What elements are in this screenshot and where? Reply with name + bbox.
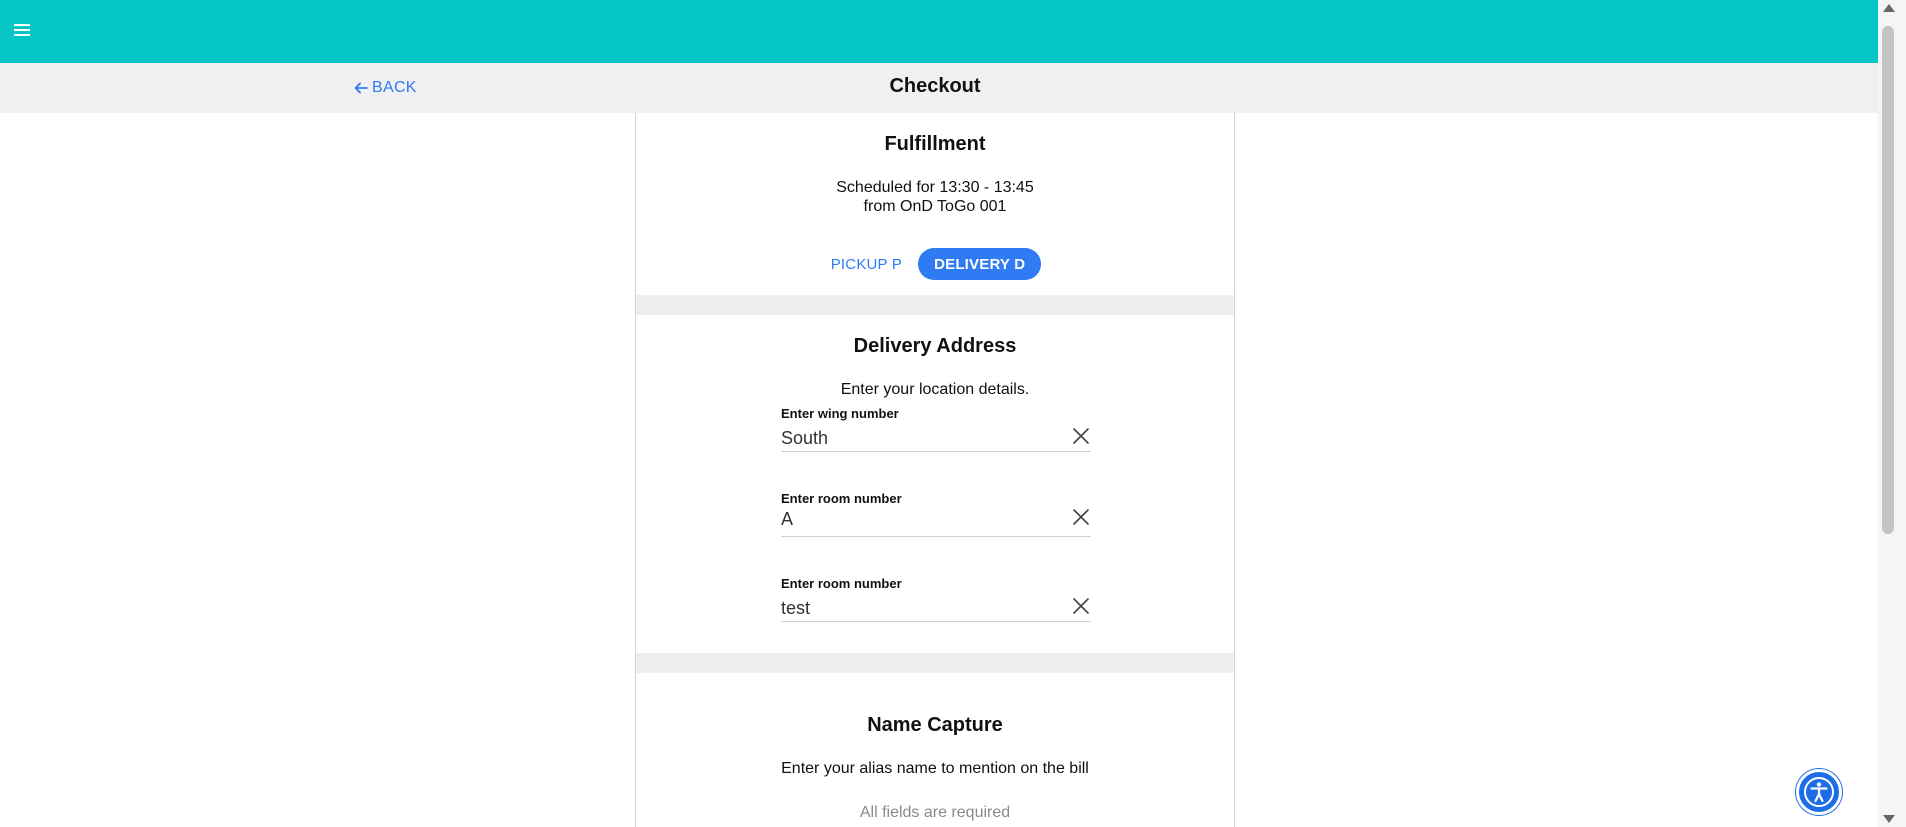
- room-number-input-2[interactable]: [781, 596, 1061, 620]
- checkout-panel: Fulfillment Scheduled for 13:30 - 13:45 …: [635, 113, 1235, 827]
- scroll-down-arrow-icon[interactable]: [1883, 815, 1895, 823]
- checkout-header: BACK Checkout: [0, 63, 1878, 113]
- section-divider-2: [636, 653, 1234, 673]
- scroll-up-arrow-icon[interactable]: [1883, 4, 1895, 12]
- room-number-field: Enter room number: [781, 491, 1091, 537]
- accessibility-icon: [1804, 777, 1834, 807]
- fulfillment-toggle: PICKUP P DELIVERY D: [636, 248, 1234, 280]
- schedule-time: Scheduled for 13:30 - 13:45: [836, 179, 1034, 196]
- wing-number-row: [781, 422, 1091, 452]
- name-capture-title: Name Capture: [867, 714, 1003, 736]
- schedule-location: from OnD ToGo 001: [863, 198, 1007, 215]
- room-number-row-2: [781, 592, 1091, 622]
- top-app-bar: [0, 0, 1878, 63]
- accessibility-button[interactable]: [1796, 769, 1842, 815]
- section-divider: [636, 295, 1234, 315]
- clear-room-number-close-icon[interactable]: [1071, 507, 1091, 527]
- wing-number-input[interactable]: [781, 426, 1061, 450]
- pickup-option-button[interactable]: PICKUP P: [829, 248, 904, 280]
- delivery-address-title: Delivery Address: [853, 335, 1017, 357]
- scrollbar-thumb[interactable]: [1882, 26, 1894, 534]
- page-title: Checkout: [889, 75, 981, 97]
- required-fields-hint: All fields are required: [859, 804, 1011, 821]
- wing-number-field: Enter wing number: [781, 406, 1091, 452]
- room-number-label: Enter room number: [781, 491, 902, 506]
- room-number-field-2: Enter room number: [781, 576, 1091, 622]
- delivery-address-subtitle: Enter your location details.: [840, 381, 1030, 398]
- fulfillment-title: Fulfillment: [884, 133, 986, 155]
- wing-number-label: Enter wing number: [781, 406, 899, 421]
- hamburger-menu-icon[interactable]: [10, 18, 34, 42]
- clear-room-number-2-close-icon[interactable]: [1071, 596, 1091, 616]
- room-number-label-2: Enter room number: [781, 576, 902, 591]
- room-number-row: [781, 507, 1091, 537]
- name-capture-subtitle: Enter your alias name to mention on the …: [781, 760, 1089, 777]
- delivery-option-button[interactable]: DELIVERY D: [918, 248, 1042, 280]
- clear-wing-number-close-icon[interactable]: [1071, 426, 1091, 446]
- page-scrollbar[interactable]: [1878, 0, 1906, 827]
- room-number-input[interactable]: [781, 507, 1061, 531]
